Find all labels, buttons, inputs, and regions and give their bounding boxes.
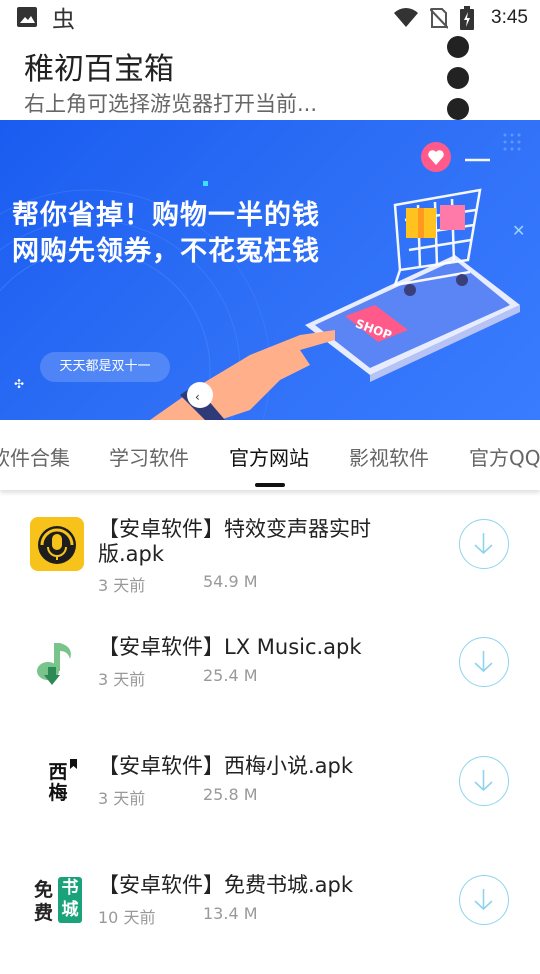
tab-indicator — [255, 483, 285, 487]
menu-dot-icon — [447, 36, 469, 58]
no-sim-icon — [429, 7, 449, 33]
lx-music-icon — [30, 635, 84, 689]
list-item[interactable]: 西梅 【安卓软件】西梅小说.apk 3 天前 25.8 M — [0, 737, 540, 855]
svg-text:‹: ‹ — [195, 390, 200, 404]
tab-learning-software[interactable]: 学习软件 — [109, 442, 189, 471]
item-size: 25.4 M — [203, 666, 258, 685]
bug-icon: 虫 — [52, 6, 78, 34]
tab-software-collection[interactable]: 软件合集 — [0, 442, 70, 471]
banner-pill: 天天都是双十一 — [40, 352, 170, 382]
status-time: 3:45 — [491, 7, 528, 28]
download-button[interactable] — [459, 519, 509, 569]
item-size: 54.9 M — [203, 572, 258, 591]
menu-dot-icon — [447, 98, 469, 120]
list-item[interactable]: 【安卓软件】LX Music.apk 3 天前 25.4 M — [0, 618, 540, 736]
download-button[interactable] — [459, 637, 509, 687]
item-time: 3 天前 — [98, 789, 146, 808]
item-time: 10 天前 — [98, 908, 156, 927]
bookstore-icon-text-a: 免费 — [34, 879, 54, 924]
status-bar: 虫 3:45 — [0, 0, 540, 36]
ximei-icon-text: 西梅 — [48, 761, 68, 804]
bookstore-icon-text-b: 书城 — [58, 877, 82, 923]
list-item[interactable]: 【安卓软件】特效变声器实时版.apk 3 天前 54.9 M — [0, 500, 540, 618]
banner-headline-line2: 网购先领券，不花冤枉钱 — [12, 236, 320, 267]
banner-headline: 帮你省掉！购物一半的钱 网购先领券，不花冤枉钱 — [12, 198, 320, 270]
tab-video-software[interactable]: 影视软件 — [349, 442, 429, 471]
battery-charging-icon — [460, 6, 474, 34]
overflow-menu-button[interactable] — [446, 36, 472, 126]
wifi-icon — [394, 8, 418, 32]
download-arrow-icon — [474, 770, 493, 792]
tab-official-qq[interactable]: 官方QQ — [469, 442, 540, 471]
item-time: 3 天前 — [98, 670, 146, 689]
svg-text:✕: ✕ — [512, 221, 525, 240]
page-title: 稚初百宝箱 — [24, 52, 174, 87]
download-arrow-icon — [474, 533, 493, 555]
item-name: 【安卓软件】免费书城.apk — [98, 873, 354, 897]
category-tabs: 软件合集 学习软件 官方网站 影视软件 官方QQ — [0, 420, 540, 490]
tab-official-website[interactable]: 官方网站 — [229, 442, 309, 471]
item-size: 13.4 M — [203, 904, 258, 923]
list-item[interactable]: 免费 书城 【安卓软件】免费书城.apk 10 天前 13.4 M — [0, 856, 540, 974]
menu-dot-icon — [447, 67, 469, 89]
promo-banner[interactable]: ✕ SHOP ‹ ✣ 帮你省掉！购物一半的钱 网购先领券，不花冤枉钱 天天都是双… — [0, 120, 540, 420]
item-size: 25.8 M — [203, 785, 258, 804]
download-arrow-icon — [474, 889, 493, 911]
voice-changer-icon — [30, 517, 84, 571]
svg-text:✣: ✣ — [14, 377, 24, 391]
download-button[interactable] — [459, 875, 509, 925]
svg-text:虫: 虫 — [52, 7, 75, 30]
ximei-novel-icon: 西梅 — [30, 754, 84, 808]
download-arrow-icon — [474, 651, 493, 673]
item-name: 【安卓软件】特效变声器实时版.apk — [98, 517, 371, 566]
image-icon — [16, 6, 38, 34]
banner-headline-line1: 帮你省掉！购物一半的钱 — [12, 200, 320, 231]
item-name: 【安卓软件】西梅小说.apk — [98, 754, 354, 778]
item-time: 3 天前 — [98, 576, 146, 595]
download-button[interactable] — [459, 756, 509, 806]
item-name: 【安卓软件】LX Music.apk — [98, 635, 362, 659]
page-subtitle: 右上角可选择游览器打开当前... — [24, 92, 318, 116]
free-bookstore-icon: 免费 书城 — [30, 873, 84, 927]
